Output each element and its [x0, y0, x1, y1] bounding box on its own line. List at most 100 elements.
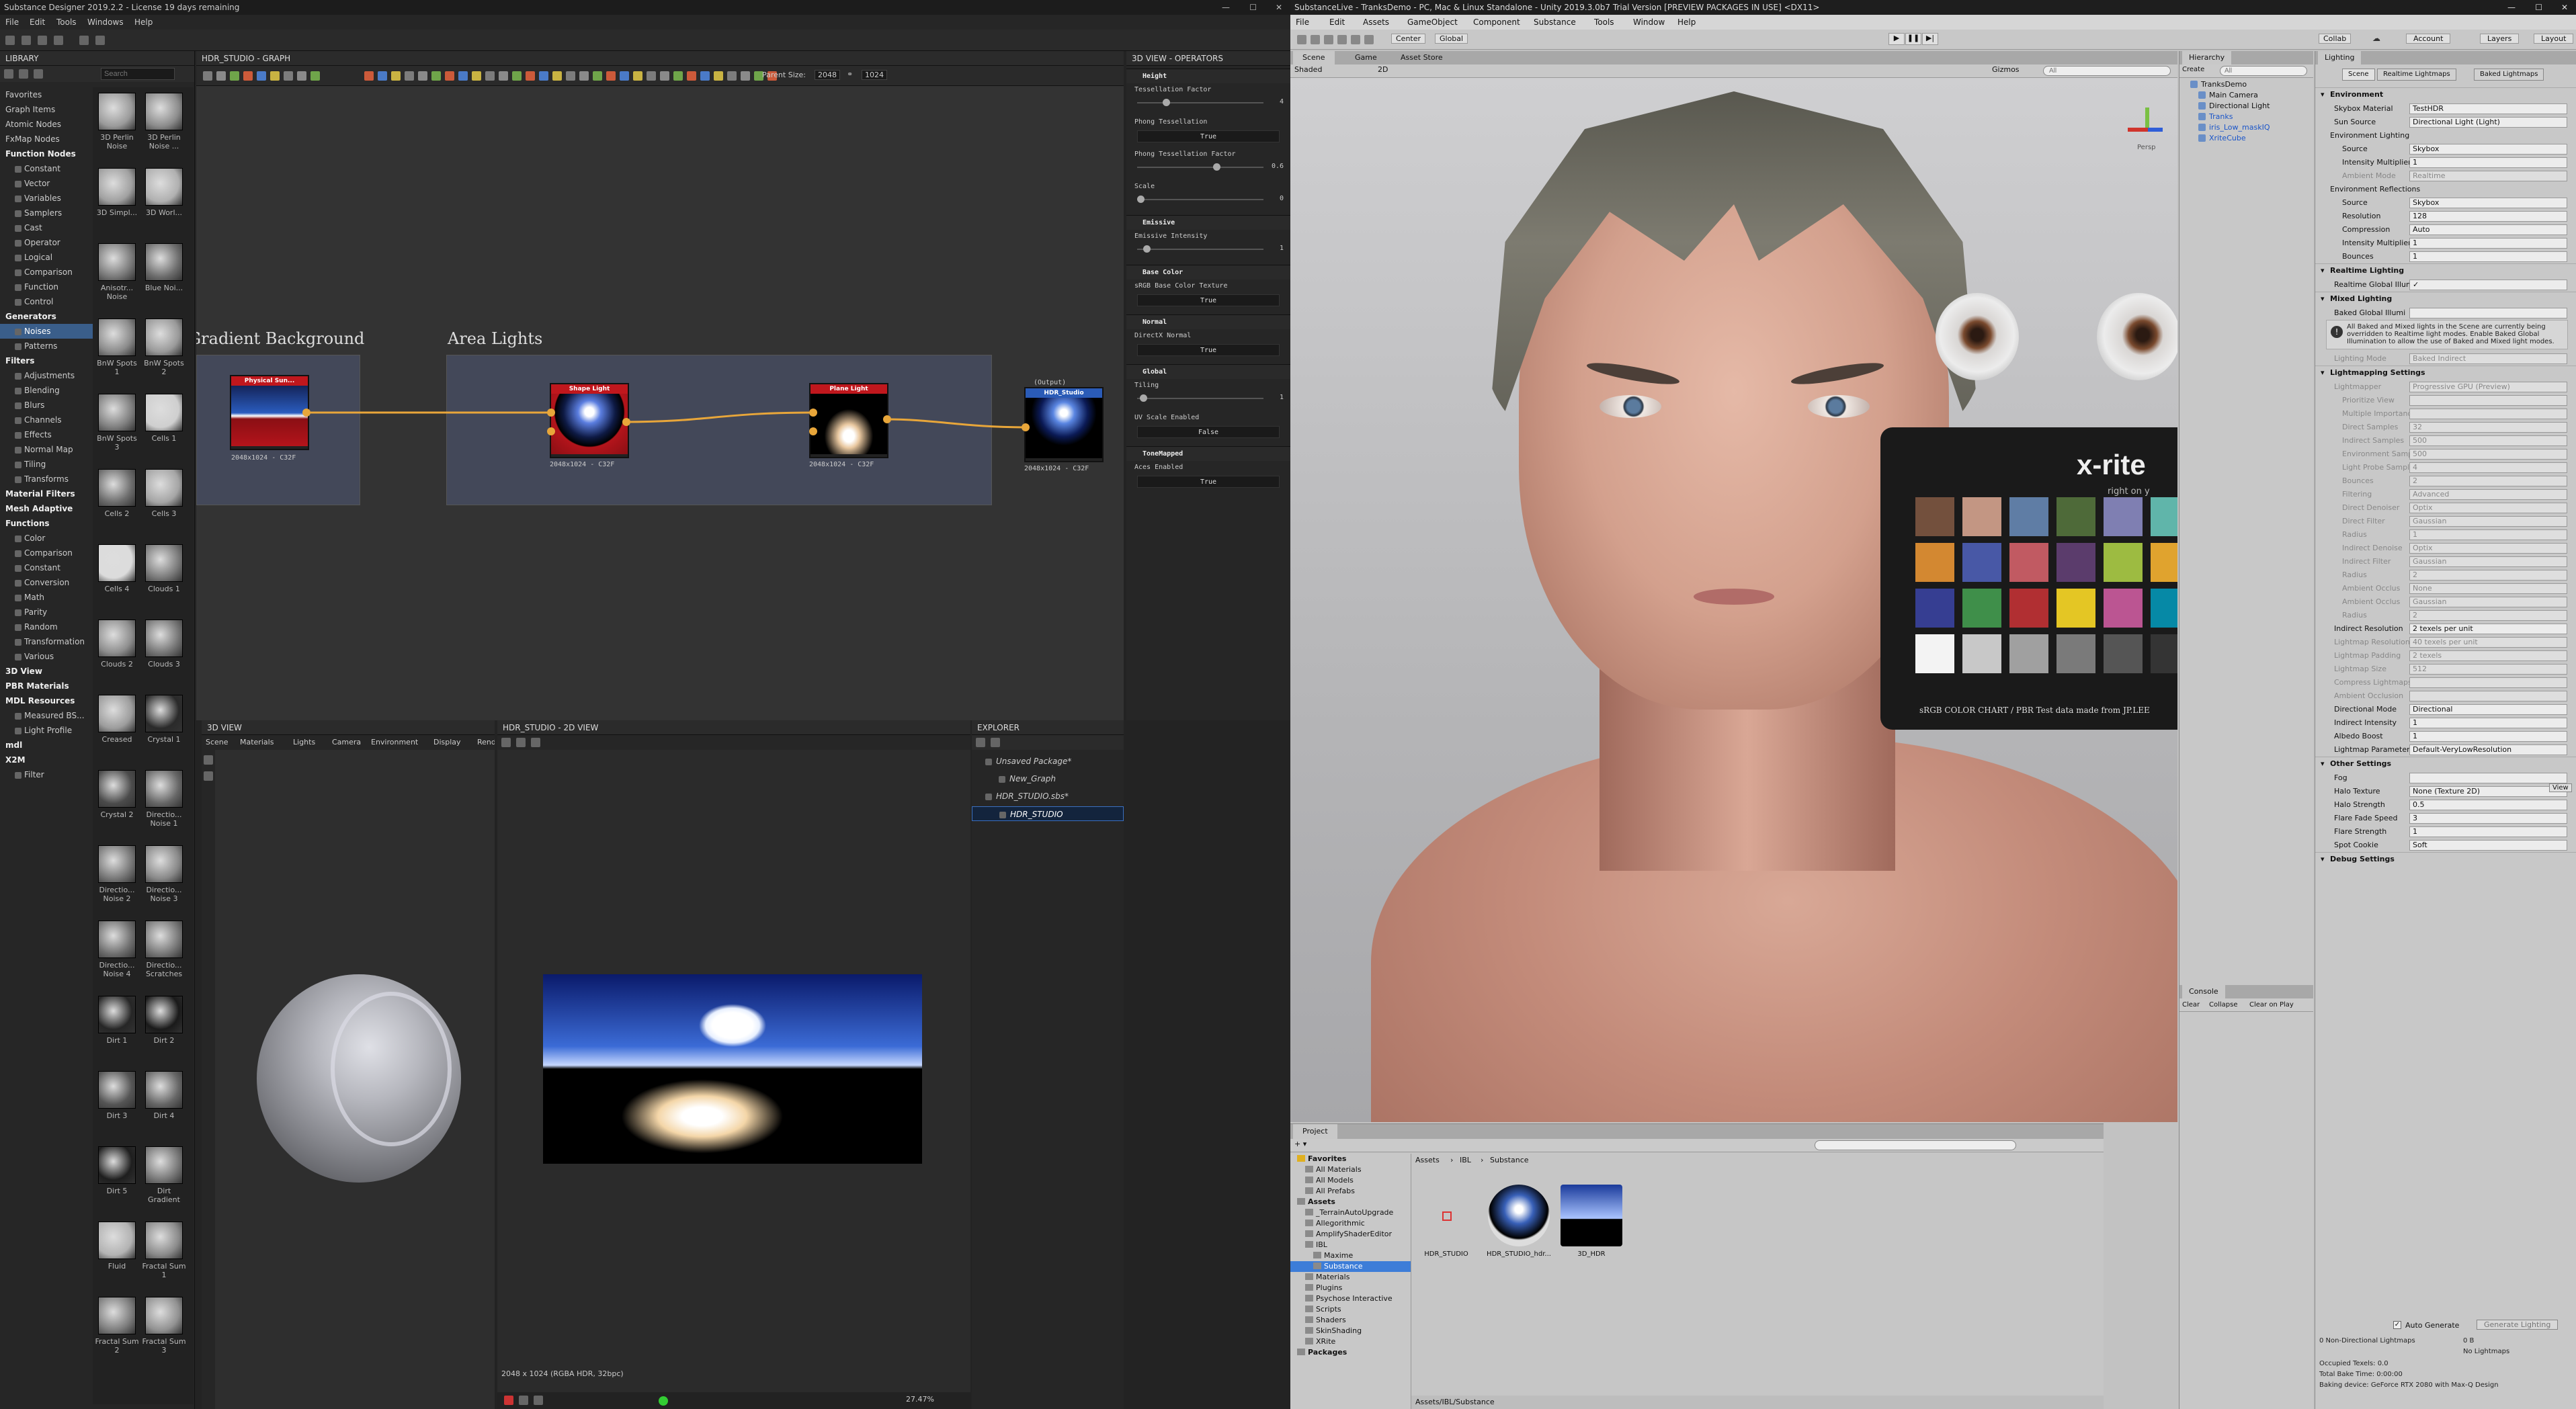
- create-dropdown[interactable]: + ▾: [1294, 1140, 1306, 1148]
- library-home-icon[interactable]: [4, 69, 13, 79]
- close-icon[interactable]: ✕: [1276, 0, 1282, 15]
- library-tree-item-filters[interactable]: Filters: [0, 353, 93, 368]
- field-value[interactable]: 2 texels per unit: [2409, 624, 2567, 634]
- library-tree-item-functions[interactable]: Functions: [0, 516, 93, 531]
- project-tree-item-terrainautoupgrade[interactable]: _TerrainAutoUpgrade: [1290, 1207, 1411, 1218]
- prop-value[interactable]: 0.6: [1272, 163, 1284, 170]
- new-icon[interactable]: [5, 36, 15, 45]
- cloud-icon[interactable]: ☁: [2372, 34, 2380, 43]
- library-tree-item-blurs[interactable]: Blurs: [0, 398, 93, 413]
- field-value[interactable]: 1: [2409, 529, 2567, 540]
- library-filter-icon[interactable]: [34, 69, 43, 79]
- tab-console[interactable]: Console: [2182, 985, 2225, 998]
- library-tree-item-effects[interactable]: Effects: [0, 427, 93, 442]
- unity-menu-help[interactable]: Help: [1677, 15, 1696, 30]
- library-folder-icon[interactable]: [19, 69, 28, 79]
- prop-slider-scale[interactable]: [1137, 196, 1263, 203]
- project-tree-item-maxime[interactable]: Maxime: [1290, 1250, 1411, 1261]
- mode-2d-toggle[interactable]: 2D: [1378, 65, 1388, 74]
- library-thumb-3d-perlin-noise[interactable]: [145, 93, 183, 130]
- view3d-menu-camera[interactable]: Camera: [332, 735, 361, 750]
- view3d-menu-renderer[interactable]: Renderer: [477, 735, 495, 750]
- library-tree-item-various[interactable]: Various: [0, 649, 93, 664]
- props-section-normal[interactable]: Normal: [1126, 314, 1290, 329]
- library-tree-item-tiling[interactable]: Tiling: [0, 457, 93, 472]
- minimize-icon[interactable]: —: [1222, 0, 1230, 15]
- field-value[interactable]: Gaussian: [2409, 597, 2567, 607]
- hierarchy-search-input[interactable]: [2220, 66, 2307, 76]
- field-value[interactable]: 500: [2409, 435, 2567, 446]
- breadcrumb-substance[interactable]: Substance: [1490, 1154, 1529, 1167]
- library-thumb-fractal-sum-3[interactable]: [145, 1297, 183, 1334]
- field-value[interactable]: 500: [2409, 449, 2567, 460]
- field-value[interactable]: Realtime: [2409, 171, 2567, 181]
- maximize-icon[interactable]: ☐: [2535, 0, 2542, 15]
- props-section-height[interactable]: Height: [1126, 69, 1290, 83]
- slider-knob[interactable]: [1162, 99, 1170, 106]
- project-tree-item-all-models[interactable]: All Models: [1290, 1175, 1411, 1186]
- library-thumb-clouds-3[interactable]: [145, 620, 183, 657]
- library-tree-item-channels[interactable]: Channels: [0, 413, 93, 427]
- pause-button[interactable]: ❚❚: [1905, 33, 1921, 45]
- library-tree-item-operator[interactable]: Operator: [0, 235, 93, 250]
- field-value[interactable]: None (Texture 2D): [2409, 786, 2567, 797]
- field-value[interactable]: [2409, 677, 2567, 688]
- field-value[interactable]: Auto: [2409, 224, 2567, 235]
- hierarchy-item-iris-low-maskiq[interactable]: iris_Low_maskIQ: [2179, 122, 2313, 133]
- scene-gizmo[interactable]: Persp: [2124, 108, 2171, 155]
- node-port[interactable]: [622, 418, 630, 426]
- field-value[interactable]: Gaussian: [2409, 556, 2567, 567]
- prop-toggle-uv-scale-enabled[interactable]: False: [1137, 426, 1280, 438]
- collab-button[interactable]: Collab: [2319, 34, 2352, 44]
- library-thumb-directio-noise-1[interactable]: [145, 770, 183, 808]
- library-thumb-clouds-2[interactable]: [98, 620, 136, 657]
- play-button[interactable]: ▶: [1888, 33, 1905, 45]
- library-thumb-dirt-5[interactable]: [98, 1146, 136, 1184]
- library-thumb-crystal-2[interactable]: [98, 770, 136, 808]
- unity-menu-component[interactable]: Component: [1473, 15, 1520, 30]
- unity-menu-substance[interactable]: Substance: [1534, 15, 1576, 30]
- view3d-menu-environment[interactable]: Environment: [371, 735, 418, 750]
- library-tree-item-graph-items[interactable]: Graph Items: [0, 102, 93, 117]
- field-value[interactable]: Optix: [2409, 543, 2567, 554]
- library-tree-item-favorites[interactable]: Favorites: [0, 87, 93, 102]
- scale-tool-icon[interactable]: [1337, 35, 1347, 44]
- prop-value[interactable]: 4: [1280, 98, 1284, 105]
- library-tree-item-generators[interactable]: Generators: [0, 309, 93, 324]
- project-tree-item-substance[interactable]: Substance: [1290, 1261, 1411, 1272]
- props-section-base-color[interactable]: Base Color: [1126, 265, 1290, 280]
- project-tree-item-psychose-interactive[interactable]: Psychose Interactive: [1290, 1293, 1411, 1304]
- slider-knob[interactable]: [1143, 245, 1151, 253]
- library-thumb-dirt-1[interactable]: [98, 996, 136, 1033]
- rotate-tool-icon[interactable]: [1324, 35, 1333, 44]
- breadcrumb-ibl[interactable]: IBL: [1460, 1154, 1471, 1167]
- field-value[interactable]: Gaussian: [2409, 516, 2567, 527]
- library-tree-item-mdl[interactable]: mdl: [0, 738, 93, 753]
- shading-mode-dropdown[interactable]: Shaded: [1294, 65, 1322, 74]
- hierarchy-item-main-camera[interactable]: Main Camera: [2179, 90, 2313, 101]
- field-value[interactable]: Default-VeryLowResolution: [2409, 744, 2567, 755]
- library-thumb-creased[interactable]: [98, 695, 136, 732]
- project-asset-hdr-studio-hdr[interactable]: [1488, 1185, 1550, 1246]
- library-tree-item-transforms[interactable]: Transforms: [0, 472, 93, 486]
- lightmap-params-view-button[interactable]: View: [2549, 783, 2572, 792]
- view3d-menu-scene[interactable]: Scene: [206, 735, 228, 750]
- prop-slider-tessellation-factor[interactable]: [1137, 99, 1263, 106]
- library-tree-item-samplers[interactable]: Samplers: [0, 206, 93, 220]
- account-dropdown[interactable]: Account: [2406, 34, 2451, 44]
- props-section-global[interactable]: Global: [1126, 364, 1290, 379]
- unity-menu-file[interactable]: File: [1296, 15, 1309, 30]
- field-value[interactable]: [2409, 691, 2567, 701]
- library-thumb-cells-2[interactable]: [98, 469, 136, 507]
- tab-asset-store[interactable]: Asset Store: [1391, 51, 1452, 65]
- preview-sphere[interactable]: [257, 974, 461, 1183]
- sd-menu-windows[interactable]: Windows: [87, 15, 124, 30]
- library-thumb-cells-4[interactable]: [98, 544, 136, 582]
- view3d-menu-display[interactable]: Display: [433, 735, 461, 750]
- library-tree-item-normal-map[interactable]: Normal Map: [0, 442, 93, 457]
- library-tree-item-cast[interactable]: Cast: [0, 220, 93, 235]
- project-tree-item-favorites[interactable]: Favorites: [1290, 1154, 1411, 1164]
- prop-toggle-phong-tessellation[interactable]: True: [1137, 130, 1280, 142]
- field-value[interactable]: None: [2409, 583, 2567, 594]
- library-tree-item-noises[interactable]: Noises: [0, 324, 93, 339]
